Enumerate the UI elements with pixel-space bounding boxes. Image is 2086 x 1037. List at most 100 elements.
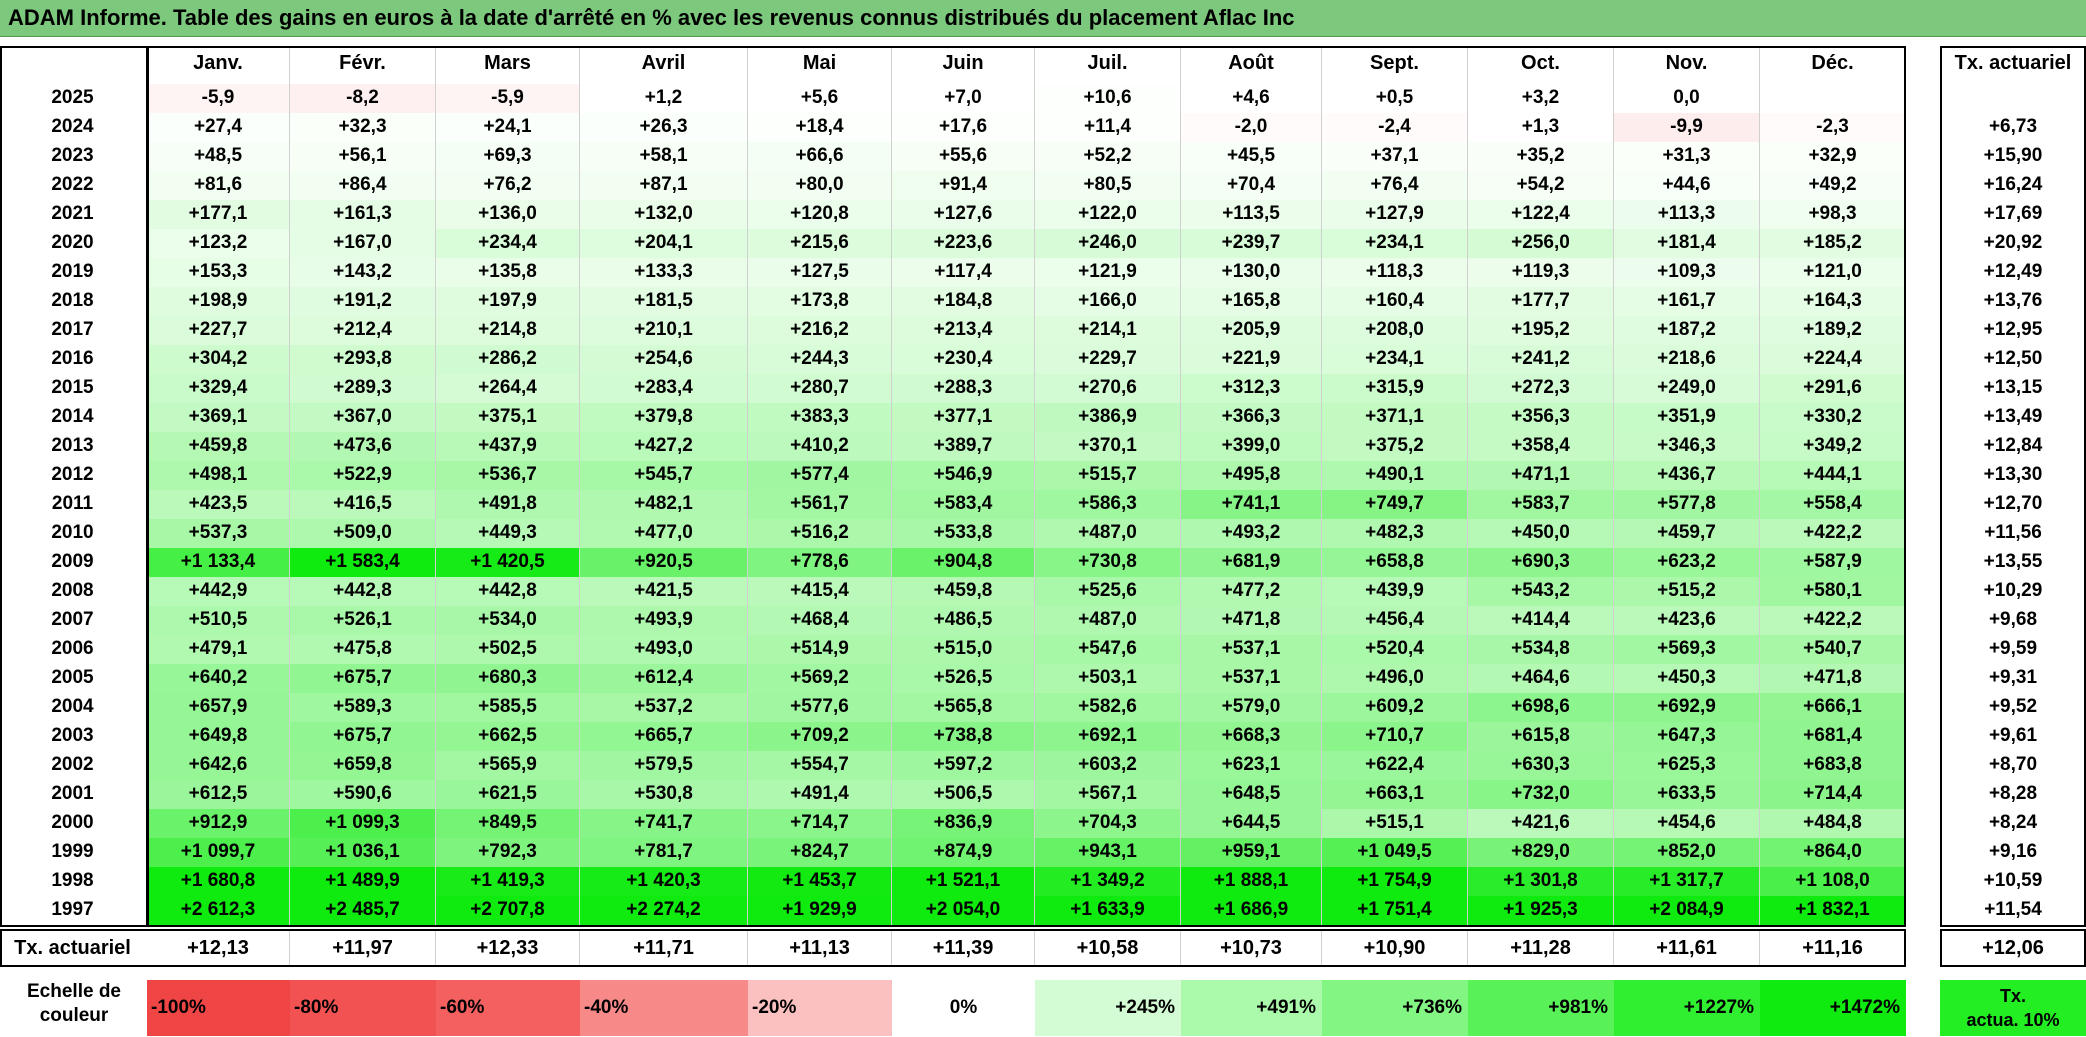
table-cell: +525,6 bbox=[1035, 577, 1181, 606]
table-cell: +249,0 bbox=[1614, 374, 1760, 403]
footer-rate-cell: +10,58 bbox=[1035, 931, 1181, 965]
table-cell: +665,7 bbox=[580, 722, 748, 751]
table-cell: +515,2 bbox=[1614, 577, 1760, 606]
legend-swatch: +1227% bbox=[1614, 980, 1760, 1036]
table-cell: +874,9 bbox=[892, 838, 1035, 867]
table-cell: +76,2 bbox=[436, 171, 580, 200]
table-cell: +187,2 bbox=[1614, 316, 1760, 345]
table-cell: +164,3 bbox=[1760, 287, 1906, 316]
table-cell: +121,9 bbox=[1035, 258, 1181, 287]
table-cell: +32,9 bbox=[1760, 142, 1906, 171]
table-cell: +545,7 bbox=[580, 461, 748, 490]
rate-cell: +9,31 bbox=[1988, 667, 2038, 688]
table-cell: +379,8 bbox=[580, 403, 748, 432]
table-cell: +410,2 bbox=[748, 432, 892, 461]
table-cell: +533,8 bbox=[892, 519, 1035, 548]
table-cell: +414,4 bbox=[1468, 606, 1614, 635]
table-cell: +849,5 bbox=[436, 809, 580, 838]
table-cell: +526,5 bbox=[892, 664, 1035, 693]
table-cell: +113,3 bbox=[1614, 200, 1760, 229]
table-cell: +185,2 bbox=[1760, 229, 1906, 258]
table-cell: +730,8 bbox=[1035, 548, 1181, 577]
table-cell: +132,0 bbox=[580, 200, 748, 229]
table-cell: +442,8 bbox=[290, 577, 436, 606]
year-label: 2004 bbox=[51, 696, 94, 717]
table-cell: +44,6 bbox=[1614, 171, 1760, 200]
table-cell: +554,7 bbox=[748, 751, 892, 780]
year-label: 2018 bbox=[51, 290, 94, 311]
table-cell: +1 317,7 bbox=[1614, 867, 1760, 896]
column-header: Mars bbox=[436, 46, 580, 84]
table-cell: +369,1 bbox=[147, 403, 290, 432]
table-cell: +516,2 bbox=[748, 519, 892, 548]
table-cell: +286,2 bbox=[436, 345, 580, 374]
table-cell: +490,1 bbox=[1322, 461, 1468, 490]
table-cell: +329,4 bbox=[147, 374, 290, 403]
table-cell: +86,4 bbox=[290, 171, 436, 200]
table-cell: -5,9 bbox=[147, 84, 290, 113]
table-cell: +659,8 bbox=[290, 751, 436, 780]
table-cell: +522,9 bbox=[290, 461, 436, 490]
table-cell: +241,2 bbox=[1468, 345, 1614, 374]
rate-cell: +20,92 bbox=[1983, 232, 2043, 253]
table-cell: +709,2 bbox=[748, 722, 892, 751]
table-cell: +473,6 bbox=[290, 432, 436, 461]
table-cell: +1 419,3 bbox=[436, 867, 580, 896]
table-cell: +543,2 bbox=[1468, 577, 1614, 606]
table-cell: +366,3 bbox=[1181, 403, 1322, 432]
table-cell: +464,6 bbox=[1468, 664, 1614, 693]
table-cell: +612,4 bbox=[580, 664, 748, 693]
table-cell: +864,0 bbox=[1760, 838, 1906, 867]
table-cell: +117,4 bbox=[892, 258, 1035, 287]
table-cell: +17,6 bbox=[892, 113, 1035, 142]
year-label: 2025 bbox=[51, 87, 94, 108]
rate-cell: +12,50 bbox=[1983, 348, 2043, 369]
year-label: 2014 bbox=[51, 406, 94, 427]
table-cell: +1 925,3 bbox=[1468, 896, 1614, 925]
table-cell: +389,7 bbox=[892, 432, 1035, 461]
table-cell: +487,0 bbox=[1035, 606, 1181, 635]
table-cell: +54,2 bbox=[1468, 171, 1614, 200]
table-cell: +537,2 bbox=[580, 693, 748, 722]
table-cell: +56,1 bbox=[290, 142, 436, 171]
table-cell: +615,8 bbox=[1468, 722, 1614, 751]
table-cell: +558,4 bbox=[1760, 490, 1906, 519]
table-cell: +76,4 bbox=[1322, 171, 1468, 200]
table-cell: +1 049,5 bbox=[1322, 838, 1468, 867]
legend-rate-swatch: Tx. actua. 10% bbox=[1940, 980, 2086, 1036]
table-cell: +221,9 bbox=[1181, 345, 1322, 374]
table-cell: +1 099,7 bbox=[147, 838, 290, 867]
table-cell: +256,0 bbox=[1468, 229, 1614, 258]
table-cell: +66,6 bbox=[748, 142, 892, 171]
rate-cell: +8,28 bbox=[1988, 783, 2038, 804]
table-cell: +714,4 bbox=[1760, 780, 1906, 809]
table-cell: +2 054,0 bbox=[892, 896, 1035, 925]
year-label: 2003 bbox=[51, 725, 94, 746]
footer-rate-cell: +10,73 bbox=[1181, 931, 1322, 965]
table-cell: +741,7 bbox=[580, 809, 748, 838]
table-cell: +35,2 bbox=[1468, 142, 1614, 171]
table-cell: +442,9 bbox=[147, 577, 290, 606]
column-header: Mai bbox=[748, 46, 892, 84]
legend-swatch: 0% bbox=[892, 980, 1035, 1036]
table-cell: +502,5 bbox=[436, 635, 580, 664]
table-cell: +356,3 bbox=[1468, 403, 1614, 432]
table-cell: +160,4 bbox=[1322, 287, 1468, 316]
table-cell: +597,2 bbox=[892, 751, 1035, 780]
table-cell: +3,2 bbox=[1468, 84, 1614, 113]
column-header: Oct. bbox=[1468, 46, 1614, 84]
table-cell: +218,6 bbox=[1614, 345, 1760, 374]
table-cell: +459,8 bbox=[147, 432, 290, 461]
table-cell: +582,6 bbox=[1035, 693, 1181, 722]
table-cell: +1 349,2 bbox=[1035, 867, 1181, 896]
table-cell: +246,0 bbox=[1035, 229, 1181, 258]
table-cell: +683,8 bbox=[1760, 751, 1906, 780]
table-cell: +161,3 bbox=[290, 200, 436, 229]
footer-rate-cell: +12,13 bbox=[147, 931, 290, 965]
table-cell: +119,3 bbox=[1468, 258, 1614, 287]
table-cell: +537,1 bbox=[1181, 635, 1322, 664]
table-cell: +482,3 bbox=[1322, 519, 1468, 548]
table-cell: +2 707,8 bbox=[436, 896, 580, 925]
table-cell: +829,0 bbox=[1468, 838, 1614, 867]
rate-cell bbox=[1940, 84, 2086, 113]
